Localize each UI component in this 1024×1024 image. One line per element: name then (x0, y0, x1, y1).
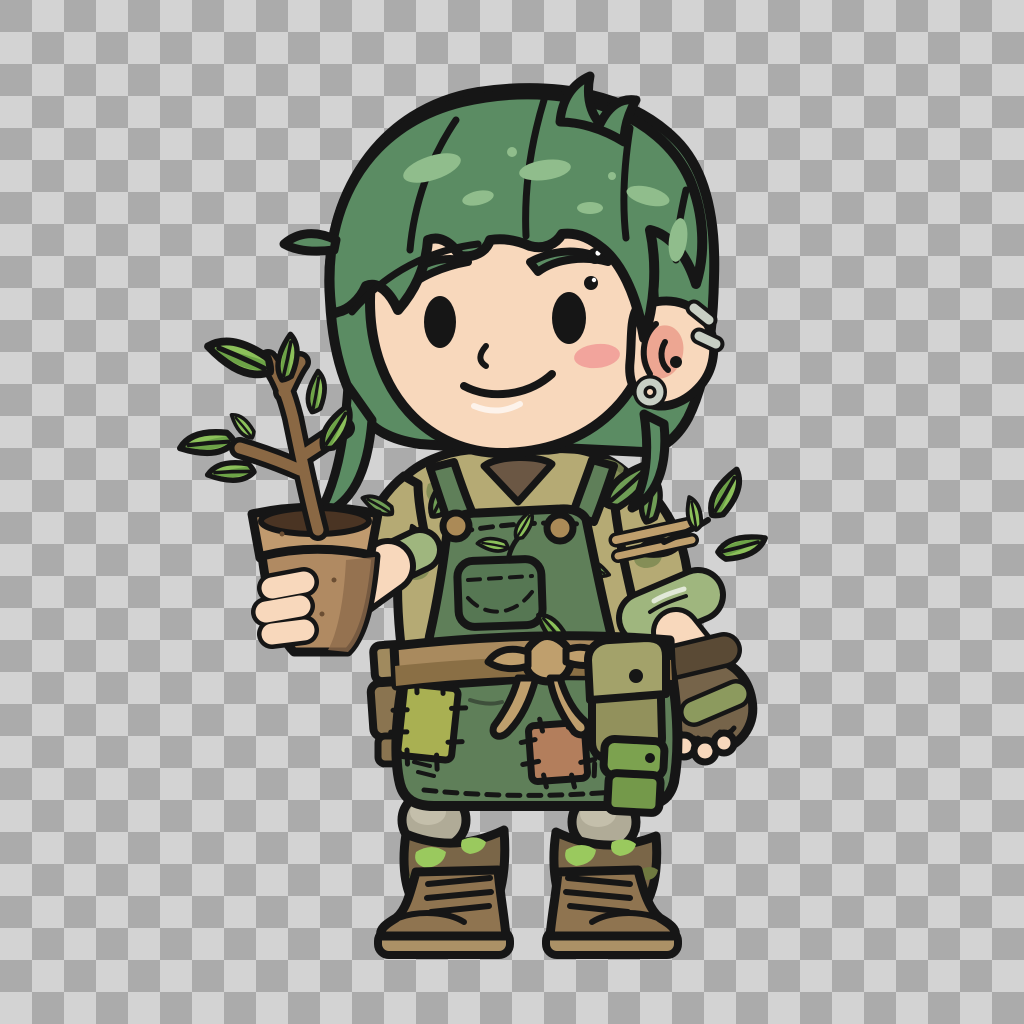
gardener-character-illustration (0, 0, 1024, 1024)
pot-speckle (280, 532, 285, 537)
sapling-leaf (208, 322, 275, 393)
right-eye (552, 292, 586, 344)
green-pouch-body (607, 773, 661, 814)
hair-highlight (577, 202, 603, 214)
knot-loop-left (488, 649, 528, 668)
eyebrow-stud-bottom (584, 276, 598, 290)
right-pouch-button (629, 669, 643, 683)
hair-highlight-dot (608, 172, 616, 180)
apron-button-left (443, 513, 469, 539)
transparency-canvas (0, 0, 1024, 1024)
finger-bottom (272, 630, 304, 634)
apron-button-right (547, 515, 573, 541)
finger-top (272, 582, 304, 588)
head (284, 76, 716, 516)
left-eye (424, 296, 456, 348)
finger-middle (266, 606, 300, 612)
sprig-leaf (699, 470, 753, 520)
sprig-leaf (717, 527, 765, 567)
glove-strap (674, 650, 724, 662)
glove-fingertip (714, 733, 734, 753)
sapling-leaf (231, 411, 254, 440)
sapling-leaf (180, 418, 236, 468)
ear-stud (670, 356, 682, 368)
hair-highlight-dot (507, 147, 517, 157)
pot-speckle (320, 612, 325, 617)
eyebrow-stud-bottom-shine (592, 278, 596, 282)
green-pouch-button (645, 753, 655, 763)
right-pouch-flap (588, 638, 666, 700)
pot-speckle (332, 578, 337, 583)
hair-spike-left (284, 234, 336, 252)
